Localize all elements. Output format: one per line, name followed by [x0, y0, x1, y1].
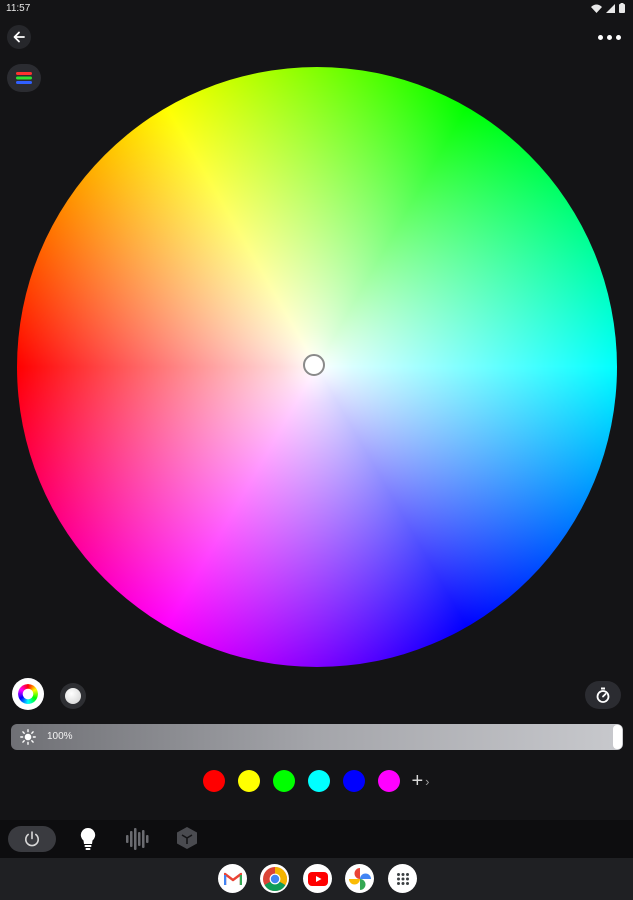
gmail-app[interactable] [218, 864, 247, 893]
back-button[interactable] [7, 25, 31, 49]
more-horizontal-icon [597, 34, 603, 40]
music-icon [126, 828, 149, 850]
more-button[interactable] [595, 28, 623, 46]
preset-color-blue[interactable] [343, 770, 366, 792]
timer-button[interactable] [585, 681, 621, 709]
status-bar: 11:57 [0, 0, 633, 18]
status-icons [591, 3, 625, 13]
preset-color-green[interactable] [273, 770, 296, 792]
preset-color-row: + › [0, 767, 633, 795]
brightness-value: 100% [47, 731, 73, 742]
plus-icon: + [411, 769, 424, 792]
gmail-icon [223, 872, 242, 885]
color-ring-icon [18, 684, 38, 704]
light-group-icon [16, 72, 32, 84]
bulb-icon [80, 827, 96, 844]
chevron-right-icon: › [425, 773, 430, 789]
signal-icon [606, 3, 615, 13]
tab-scene[interactable] [176, 826, 198, 850]
brightness-thumb[interactable] [613, 725, 622, 749]
color-wheel-handle[interactable] [303, 354, 325, 376]
light-group-button[interactable] [7, 64, 41, 92]
timer-icon [596, 687, 610, 703]
add-preset-button[interactable]: + › [411, 770, 429, 793]
sun-icon [20, 729, 36, 745]
preset-color-red[interactable] [203, 770, 226, 792]
app-drawer-button[interactable] [388, 864, 417, 893]
photos-icon [348, 867, 371, 890]
more-dot [615, 34, 621, 40]
bottom-tab-bar [0, 820, 633, 858]
chrome-icon [262, 866, 287, 891]
chrome-app[interactable] [260, 864, 289, 893]
preset-color-magenta[interactable] [378, 770, 401, 792]
color-mode-button[interactable] [12, 678, 44, 710]
tab-bulb[interactable] [78, 827, 98, 851]
youtube-icon [307, 871, 328, 886]
brightness-slider[interactable]: 100% [11, 724, 623, 750]
white-mode-button[interactable] [60, 683, 86, 709]
arrow-left-icon [13, 31, 25, 43]
tab-power[interactable] [8, 826, 56, 852]
app-dock [0, 858, 633, 900]
youtube-app[interactable] [303, 864, 332, 893]
battery-icon [619, 3, 625, 13]
photos-app[interactable] [345, 864, 374, 893]
white-dot-icon [65, 688, 81, 704]
app-drawer-icon [396, 872, 409, 885]
tab-music[interactable] [125, 828, 151, 850]
wifi-icon [591, 4, 602, 13]
scene-icon [177, 827, 197, 849]
preset-color-cyan[interactable] [308, 770, 331, 792]
preset-color-yellow[interactable] [238, 770, 261, 792]
status-time: 11:57 [6, 3, 31, 14]
power-icon [25, 831, 39, 847]
more-dot [606, 34, 612, 40]
